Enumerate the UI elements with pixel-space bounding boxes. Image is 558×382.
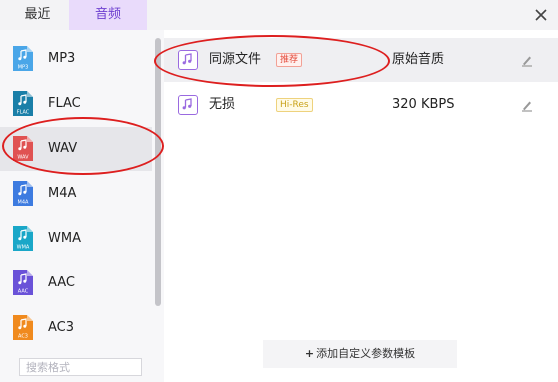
top-bar: 最近 音频: [0, 0, 558, 30]
format-item-wma[interactable]: WMA WMA: [0, 217, 152, 261]
format-item-ac3[interactable]: AC3 AC3: [0, 306, 152, 350]
preset-name: 同源文件: [209, 52, 262, 67]
format-item-m4a[interactable]: M4A M4A: [0, 172, 152, 216]
mp3-badge: MP3: [18, 65, 29, 71]
format-label: WAV: [48, 141, 78, 156]
add-custom-template-button[interactable]: + 添加自定义参数模板: [263, 340, 457, 368]
wma-file-icon: WMA: [13, 226, 33, 251]
format-item-flac[interactable]: FLAC FLAC: [0, 82, 152, 126]
format-item-aac[interactable]: AAC AAC: [0, 261, 152, 305]
tab-audio[interactable]: 音频: [69, 0, 147, 30]
format-label: FLAC: [48, 96, 81, 111]
format-label: MP3: [48, 51, 76, 66]
tab-recent[interactable]: 最近: [10, 0, 65, 30]
format-label: AC3: [48, 320, 75, 335]
recommended-badge: 推荐: [276, 53, 303, 67]
edit-icon[interactable]: [520, 53, 534, 67]
format-sidebar: MP3 MP3 FLAC FLAC WAV WAV M4A M4A WMA WM…: [0, 30, 164, 382]
ac3-file-icon: AC3: [13, 315, 33, 340]
preset-row-source[interactable]: 同源文件 推荐 原始音质: [164, 38, 558, 82]
music-note-icon: [178, 50, 198, 70]
m4a-file-icon: M4A: [13, 181, 33, 206]
preset-name: 无损: [209, 97, 236, 112]
ac3-badge: AC3: [18, 334, 28, 340]
preset-row-lossless[interactable]: 无损 Hi-Res 320 KBPS: [164, 83, 558, 127]
music-note-icon: [178, 95, 198, 115]
close-icon[interactable]: [532, 6, 550, 24]
plus-icon: +: [304, 347, 315, 360]
format-search-input[interactable]: [19, 358, 142, 376]
format-label: WMA: [48, 231, 81, 246]
edit-icon[interactable]: [520, 98, 534, 112]
m4a-badge: M4A: [18, 200, 29, 206]
aac-badge: AAC: [18, 289, 29, 295]
flac-badge: FLAC: [17, 110, 30, 116]
flac-file-icon: FLAC: [13, 91, 33, 116]
preset-quality: 原始音质: [392, 52, 445, 67]
aac-file-icon: AAC: [13, 270, 33, 295]
preset-panel: 同源文件 推荐 原始音质 无损 Hi-Res 320 KBPS: [164, 30, 558, 382]
sidebar-scrollbar[interactable]: [155, 38, 161, 306]
wav-file-icon: WAV: [13, 136, 33, 161]
preset-quality: 320 KBPS: [392, 97, 455, 112]
wma-badge: WMA: [17, 245, 30, 251]
wav-badge: WAV: [17, 155, 29, 161]
mp3-file-icon: MP3: [13, 46, 33, 71]
format-item-mp3[interactable]: MP3 MP3: [0, 37, 152, 81]
format-item-wav[interactable]: WAV WAV: [0, 127, 152, 171]
add-button-label: 添加自定义参数模板: [316, 347, 416, 360]
format-label: M4A: [48, 186, 77, 201]
hi-res-badge: Hi-Res: [276, 98, 313, 112]
format-label: AAC: [48, 275, 75, 290]
